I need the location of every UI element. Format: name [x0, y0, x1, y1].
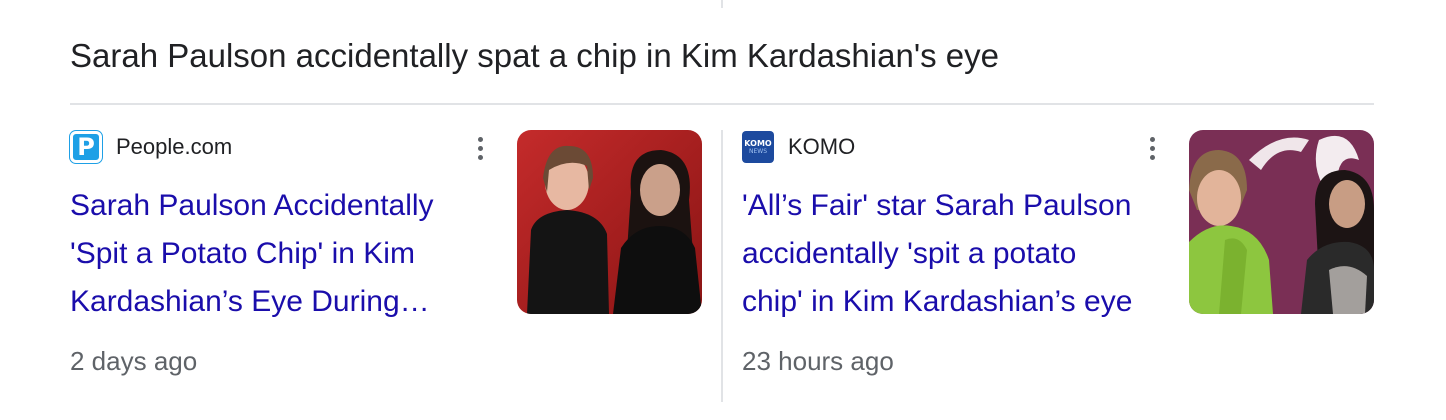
article-title-line: chip' in Kim Kardashian’s eye — [742, 285, 1133, 318]
column-divider — [721, 130, 723, 402]
article-title-line: 'All’s Fair' star Sarah Paulson — [742, 189, 1132, 222]
article-title-line: 'Spit a Potato Chip' in Kim — [70, 237, 415, 270]
top-divider — [721, 0, 723, 8]
article-title-line: Sarah Paulson Accidentally — [70, 189, 434, 222]
source-row: P People.com — [70, 130, 232, 164]
more-options-button[interactable] — [468, 132, 492, 164]
photo-two-women-purple-backdrop — [1189, 130, 1374, 314]
article-title-line: Kardashian’s Eye During… — [70, 285, 430, 318]
source-name: KOMO — [788, 134, 856, 159]
komo-favicon-icon: KOMO NEWS — [742, 131, 774, 163]
article-title-link[interactable]: Sarah Paulson Accidentally 'Spit a Potat… — [70, 182, 490, 326]
article-title-link[interactable]: 'All’s Fair' star Sarah Paulson accident… — [742, 182, 1162, 326]
more-vert-icon — [1149, 136, 1155, 142]
article-timestamp: 23 hours ago — [742, 346, 894, 376]
news-card-komo[interactable]: KOMO NEWS KOMO 'All’s Fair' star Sarah P… — [742, 128, 1374, 388]
source-name: People.com — [116, 134, 233, 159]
more-vert-icon — [477, 136, 483, 142]
news-card-people[interactable]: P People.com Sarah Paulson Accidentally … — [70, 128, 702, 388]
article-thumbnail[interactable] — [1189, 130, 1374, 314]
source-row: KOMO NEWS KOMO — [742, 130, 855, 164]
headline-divider — [70, 103, 1374, 105]
article-title-line: accidentally 'spit a potato — [742, 237, 1077, 270]
photo-two-women-red-backdrop — [517, 130, 702, 314]
article-timestamp: 2 days ago — [70, 346, 198, 376]
people-favicon-icon: P — [70, 131, 102, 163]
top-stories-cluster: Sarah Paulson accidentally spat a chip i… — [0, 0, 1446, 420]
cluster-headline: Sarah Paulson accidentally spat a chip i… — [70, 37, 999, 74]
article-thumbnail[interactable] — [517, 130, 702, 314]
more-options-button[interactable] — [1140, 132, 1164, 164]
